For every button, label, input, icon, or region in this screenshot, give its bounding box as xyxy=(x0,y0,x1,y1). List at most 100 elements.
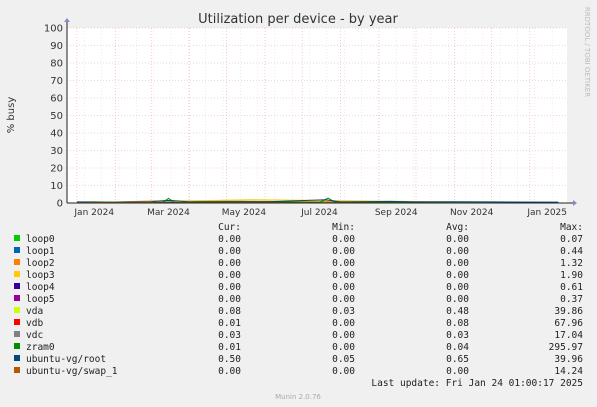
legend-header-max: Max: xyxy=(560,222,583,233)
legend-name-loop3: loop3 xyxy=(26,270,55,281)
legend-min-loop4: 0.00 xyxy=(332,282,355,293)
x-tick-label: Jan 2024 xyxy=(73,208,114,218)
legend-name-vda: vda xyxy=(26,306,43,317)
legend-max-vdb: 67.96 xyxy=(554,318,583,329)
legend-swatch-zram0 xyxy=(14,343,20,349)
legend-header-min: Min: xyxy=(332,222,355,233)
x-tick-label: May 2024 xyxy=(222,208,267,218)
legend-cur-loop1: 0.00 xyxy=(218,246,241,257)
legend-avg-loop5: 0.00 xyxy=(446,294,469,305)
legend-cur-loop0: 0.00 xyxy=(218,234,241,245)
generator-footer: Munin 2.0.76 xyxy=(275,393,321,401)
legend-min-loop1: 0.00 xyxy=(332,246,355,257)
y-tick-label: 80 xyxy=(50,59,63,70)
legend-max-ubuntu-vg-swap-1: 14.24 xyxy=(554,366,583,377)
legend-min-vda: 0.03 xyxy=(332,306,355,317)
legend-swatch-loop1 xyxy=(14,247,20,253)
legend-swatch-loop2 xyxy=(14,259,20,265)
legend-name-loop5: loop5 xyxy=(26,294,55,305)
y-tick-label: 90 xyxy=(50,41,63,52)
legend-cur-ubuntu-vg-root: 0.50 xyxy=(218,354,241,365)
legend-max-vda: 39.86 xyxy=(554,306,583,317)
legend-avg-vda: 0.48 xyxy=(446,306,469,317)
x-tick-label: Jul 2024 xyxy=(300,208,338,218)
legend-avg-vdc: 0.03 xyxy=(446,330,469,341)
legend-swatch-loop4 xyxy=(14,283,20,289)
legend-max-loop5: 0.37 xyxy=(560,294,583,305)
legend-avg-ubuntu-vg-swap-1: 0.00 xyxy=(446,366,469,377)
y-tick-label: 50 xyxy=(50,111,63,122)
y-tick-label: 0 xyxy=(57,199,63,210)
legend-max-ubuntu-vg-root: 39.96 xyxy=(554,354,583,365)
y-axis-arrow xyxy=(64,18,70,22)
chart-title: Utilization per device - by year xyxy=(198,12,398,27)
legend-swatch-loop5 xyxy=(14,295,20,301)
y-tick-label: 10 xyxy=(50,181,63,192)
legend-name-vdc: vdc xyxy=(26,330,43,341)
legend-max-loop3: 1.90 xyxy=(560,270,583,281)
legend-name-ubuntu-vg-swap-1: ubuntu-vg/swap_1 xyxy=(26,366,118,377)
rrdtool-watermark: RRDTOOL / TOBI OETIKER xyxy=(583,7,591,97)
legend-swatch-loop3 xyxy=(14,271,20,277)
last-update: Last update: Fri Jan 24 01:00:17 2025 xyxy=(371,378,583,389)
legend-cur-vdb: 0.01 xyxy=(218,318,241,329)
legend-swatch-ubuntu-vg-root xyxy=(14,355,20,361)
legend-avg-zram0: 0.04 xyxy=(446,342,469,353)
legend-name-loop0: loop0 xyxy=(26,234,55,245)
y-axis-label: % busy xyxy=(6,97,17,134)
legend-max-loop4: 0.61 xyxy=(560,282,583,293)
y-tick-label: 30 xyxy=(50,146,63,157)
legend-name-ubuntu-vg-root: ubuntu-vg/root xyxy=(26,354,106,365)
legend-name-loop2: loop2 xyxy=(26,258,55,269)
legend-avg-loop2: 0.00 xyxy=(446,258,469,269)
legend-name-loop4: loop4 xyxy=(26,282,55,293)
legend-cur-loop2: 0.00 xyxy=(218,258,241,269)
legend-header-avg: Avg: xyxy=(446,222,469,233)
legend-name-zram0: zram0 xyxy=(26,342,55,353)
legend: Cur: Min: Avg: Max:loop0 0.00 0.00 0.00 0.07loo… xyxy=(14,222,583,377)
legend-header-cur: Cur: xyxy=(218,222,241,233)
y-tick-label: 20 xyxy=(50,164,63,175)
legend-name-loop1: loop1 xyxy=(26,246,55,257)
legend-swatch-vdc xyxy=(14,331,20,337)
legend-min-vdc: 0.00 xyxy=(332,330,355,341)
legend-min-loop0: 0.00 xyxy=(332,234,355,245)
legend-cur-vda: 0.08 xyxy=(218,306,241,317)
y-tick-label: 60 xyxy=(50,94,63,105)
legend-swatch-vdb xyxy=(14,319,20,325)
legend-avg-loop1: 0.00 xyxy=(446,246,469,257)
legend-cur-ubuntu-vg-swap-1: 0.00 xyxy=(218,366,241,377)
legend-avg-loop3: 0.00 xyxy=(446,270,469,281)
x-axis-arrow xyxy=(573,200,577,206)
legend-avg-vdb: 0.08 xyxy=(446,318,469,329)
legend-max-vdc: 17.04 xyxy=(554,330,583,341)
legend-cur-zram0: 0.01 xyxy=(218,342,241,353)
legend-min-loop5: 0.00 xyxy=(332,294,355,305)
legend-avg-loop0: 0.00 xyxy=(446,234,469,245)
legend-min-ubuntu-vg-swap-1: 0.00 xyxy=(332,366,355,377)
legend-min-loop3: 0.00 xyxy=(332,270,355,281)
x-tick-label: Mar 2024 xyxy=(147,208,190,218)
legend-avg-ubuntu-vg-root: 0.65 xyxy=(446,354,469,365)
legend-cur-loop5: 0.00 xyxy=(218,294,241,305)
legend-min-vdb: 0.00 xyxy=(332,318,355,329)
legend-cur-loop4: 0.00 xyxy=(218,282,241,293)
y-tick-label: 100 xyxy=(44,24,63,35)
legend-min-ubuntu-vg-root: 0.05 xyxy=(332,354,355,365)
x-tick-label: Nov 2024 xyxy=(450,208,494,218)
legend-max-loop1: 0.44 xyxy=(560,246,583,257)
legend-cur-vdc: 0.03 xyxy=(218,330,241,341)
legend-name-vdb: vdb xyxy=(26,318,43,329)
legend-cur-loop3: 0.00 xyxy=(218,270,241,281)
y-tick-label: 40 xyxy=(50,129,63,140)
legend-swatch-vda xyxy=(14,307,20,313)
legend-swatch-ubuntu-vg-swap-1 xyxy=(14,367,20,373)
x-tick-label: Jan 2025 xyxy=(526,208,567,218)
legend-min-loop2: 0.00 xyxy=(332,258,355,269)
y-tick-label: 70 xyxy=(50,76,63,87)
legend-min-zram0: 0.00 xyxy=(332,342,355,353)
legend-avg-loop4: 0.00 xyxy=(446,282,469,293)
legend-max-loop2: 1.32 xyxy=(560,258,583,269)
legend-swatch-loop0 xyxy=(14,235,20,241)
legend-max-loop0: 0.07 xyxy=(560,234,583,245)
